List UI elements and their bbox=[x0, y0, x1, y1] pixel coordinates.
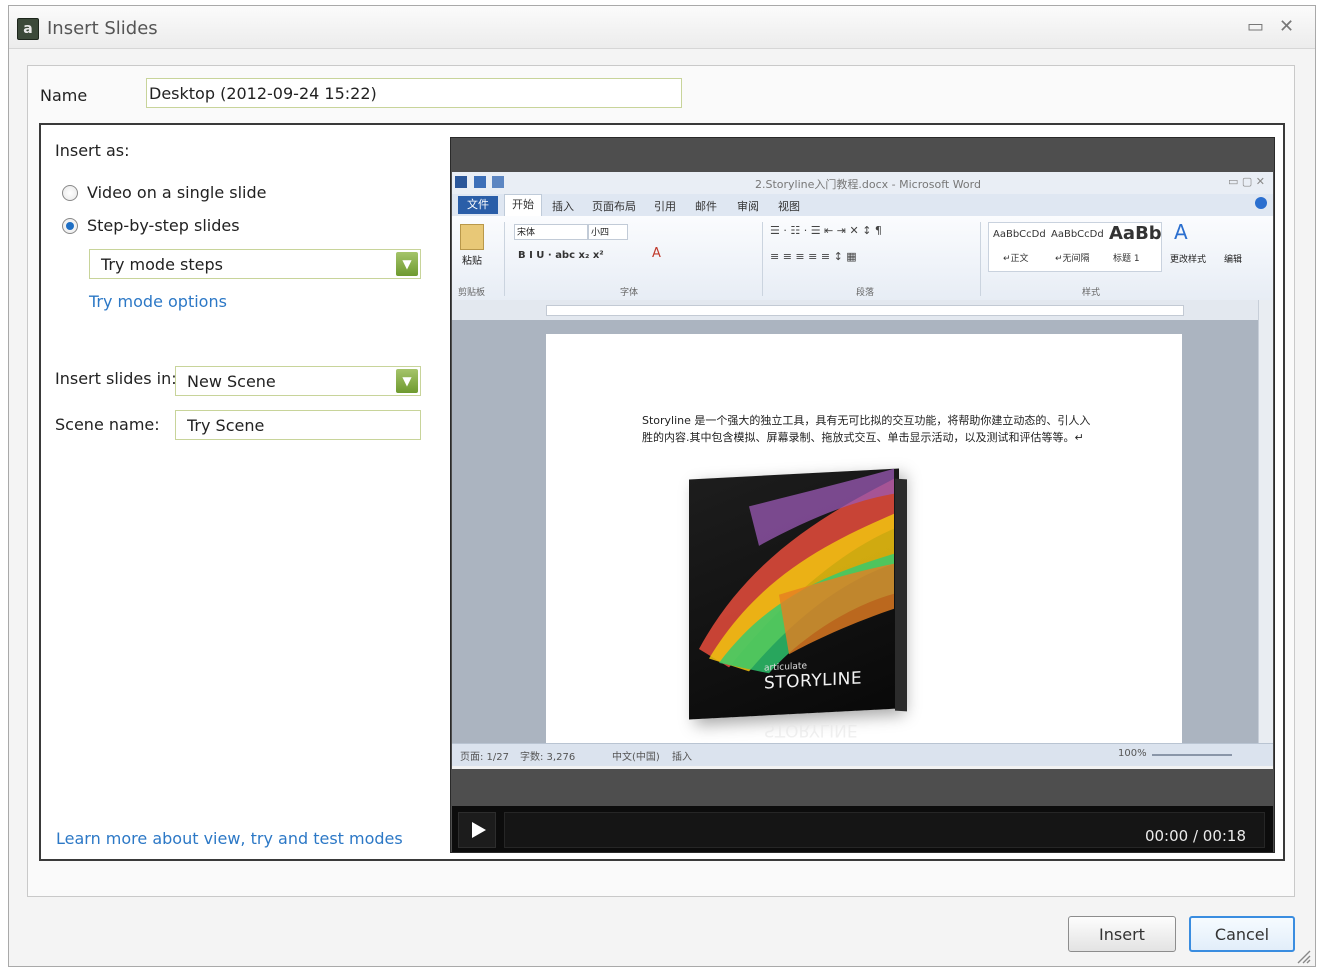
word-document-area: Storyline 是一个强大的独立工具，具有无可比拟的交互功能，将帮助你建立动… bbox=[452, 320, 1273, 746]
font-size-box: 小四 bbox=[588, 224, 628, 240]
word-tab-mailings: 邮件 bbox=[695, 200, 717, 213]
options-area: Insert as: Video on a single slide Step-… bbox=[39, 123, 1285, 861]
style-no-spacing: AaBbCcDd bbox=[1051, 229, 1104, 240]
scene-name-input[interactable] bbox=[175, 410, 421, 440]
word-title-bar: 2.Storyline入门教程.docx - Microsoft Word ▭ … bbox=[452, 172, 1273, 194]
learn-more-link[interactable]: Learn more about view, try and test mode… bbox=[56, 829, 403, 848]
seek-bar[interactable]: 00:00 / 00:18 bbox=[504, 812, 1265, 848]
word-tab-view: 视图 bbox=[778, 200, 800, 213]
radio-step-by-step-label[interactable]: Step-by-step slides bbox=[87, 216, 240, 235]
app-logo-icon: a bbox=[17, 18, 39, 40]
font-color-icon: A bbox=[652, 246, 661, 261]
help-icon bbox=[1255, 197, 1267, 209]
word-vertical-scrollbar bbox=[1258, 300, 1273, 743]
style-heading1-name: 标题 1 bbox=[1113, 254, 1140, 264]
style-heading1: AaBb bbox=[1109, 223, 1162, 244]
word-window-controls: ▭ ▢ ✕ bbox=[1228, 175, 1265, 188]
save-icon bbox=[474, 176, 486, 188]
word-tab-review: 审阅 bbox=[737, 200, 759, 213]
video-preview: 2.Storyline入门教程.docx - Microsoft Word ▭ … bbox=[450, 137, 1275, 853]
font-name-box: 宋体 bbox=[514, 224, 588, 240]
resize-grip-icon[interactable] bbox=[1295, 948, 1311, 964]
style-normal-name: ↵正文 bbox=[1003, 254, 1029, 264]
cancel-button[interactable]: Cancel bbox=[1189, 916, 1295, 952]
chevron-down-icon[interactable]: ▼ bbox=[396, 369, 418, 393]
font-format-icons: B I U · abc x₂ x² bbox=[518, 250, 604, 261]
insert-as-heading: Insert as: bbox=[55, 141, 130, 160]
close-icon[interactable]: ✕ bbox=[1279, 16, 1294, 37]
storyline-box-art: articulate STORYLINE bbox=[689, 468, 899, 720]
style-normal: AaBbCcDd bbox=[993, 229, 1046, 240]
status-zoom: 100% bbox=[1118, 748, 1147, 759]
word-tab-file: 文件 bbox=[458, 196, 498, 214]
chevron-down-icon[interactable]: ▼ bbox=[396, 252, 418, 276]
word-tab-home: 开始 bbox=[504, 194, 542, 217]
status-language: 中文(中国) bbox=[612, 752, 660, 763]
minimize-icon[interactable]: ▭ bbox=[1247, 16, 1264, 37]
zoom-slider-icon bbox=[1152, 754, 1232, 756]
insert-slides-dialog: a Insert Slides ▭ ✕ Name Insert as: Vide… bbox=[8, 5, 1316, 967]
box-brand: STORYLINE bbox=[764, 668, 863, 694]
paste-icon bbox=[460, 224, 484, 250]
status-mode: 插入 bbox=[672, 752, 692, 763]
insert-slides-in-label: Insert slides in: bbox=[55, 369, 177, 388]
word-ruler bbox=[452, 300, 1273, 321]
edit-label: 编辑 bbox=[1224, 255, 1243, 265]
scene-name-label: Scene name: bbox=[55, 415, 160, 434]
mode-steps-dropdown[interactable]: Try mode steps ▼ bbox=[89, 249, 421, 279]
word-status-bar: 页面: 1/27 字数: 3,276 中文(中国) 插入 100% bbox=[452, 743, 1273, 766]
play-button[interactable] bbox=[458, 812, 496, 848]
try-mode-options-link[interactable]: Try mode options bbox=[89, 292, 227, 311]
document-paragraph: Storyline 是一个强大的独立工具，具有无可比拟的交互功能，将帮助你建立动… bbox=[642, 414, 1091, 444]
window-title: Insert Slides bbox=[47, 18, 158, 39]
group-styles: 样式 bbox=[1082, 288, 1101, 298]
undo-icon bbox=[492, 176, 504, 188]
word-tab-references: 引用 bbox=[654, 200, 676, 213]
align-icons: ≡ ≡ ≡ ≡ ≡ ↕ ▦ bbox=[770, 250, 857, 263]
name-label: Name bbox=[40, 86, 88, 105]
word-page: Storyline 是一个强大的独立工具，具有无可比拟的交互功能，将帮助你建立动… bbox=[546, 334, 1182, 746]
change-styles-icon: A bbox=[1174, 220, 1188, 244]
insert-button[interactable]: Insert bbox=[1068, 916, 1176, 952]
word-screenshot: 2.Storyline入门教程.docx - Microsoft Word ▭ … bbox=[452, 172, 1273, 769]
radio-video-single-slide-label[interactable]: Video on a single slide bbox=[87, 183, 267, 202]
group-clipboard: 剪贴板 bbox=[458, 288, 486, 298]
title-bar: a Insert Slides ▭ ✕ bbox=[9, 6, 1315, 49]
mode-steps-value: Try mode steps bbox=[101, 255, 223, 274]
timecode: 00:00 / 00:18 bbox=[1144, 827, 1246, 845]
style-gallery: AaBbCcDd AaBbCcDd AaBb ↵正文 ↵无间隔 标题 1 bbox=[988, 222, 1162, 272]
word-tab-layout: 页面布局 bbox=[592, 200, 636, 213]
status-words: 字数: 3,276 bbox=[520, 752, 576, 763]
name-input[interactable] bbox=[146, 78, 682, 108]
box-art-side bbox=[895, 478, 907, 712]
insert-slides-in-value: New Scene bbox=[187, 372, 276, 391]
main-panel: Name Insert as: Video on a single slide … bbox=[27, 65, 1295, 897]
word-ribbon: 粘贴 宋体 小四 B I U · abc x₂ x² A ☰ · ☷ · ☰ ⇤… bbox=[452, 216, 1273, 301]
word-doc-title: 2.Storyline入门教程.docx - Microsoft Word bbox=[755, 178, 981, 191]
insert-slides-in-dropdown[interactable]: New Scene ▼ bbox=[175, 366, 421, 396]
word-tab-insert: 插入 bbox=[552, 200, 574, 213]
word-ribbon-tabs: 文件 开始 插入 页面布局 引用 邮件 审阅 视图 bbox=[452, 194, 1273, 217]
status-page: 页面: 1/27 bbox=[460, 752, 510, 763]
group-font: 字体 bbox=[620, 288, 639, 298]
style-no-spacing-name: ↵无间隔 bbox=[1055, 254, 1090, 264]
video-player-bar: 00:00 / 00:18 bbox=[452, 806, 1273, 852]
box-reflection: STORYLINE bbox=[764, 720, 858, 740]
radio-video-single-slide[interactable] bbox=[62, 185, 78, 201]
paragraph-icons: ☰ · ☷ · ☰ ⇤ ⇥ ✕ ↕ ¶ bbox=[770, 224, 882, 237]
paste-label: 粘贴 bbox=[462, 256, 482, 267]
word-icon bbox=[455, 176, 467, 188]
change-styles-label: 更改样式 bbox=[1170, 255, 1207, 265]
group-paragraph: 段落 bbox=[856, 288, 875, 298]
radio-step-by-step[interactable] bbox=[62, 218, 78, 234]
